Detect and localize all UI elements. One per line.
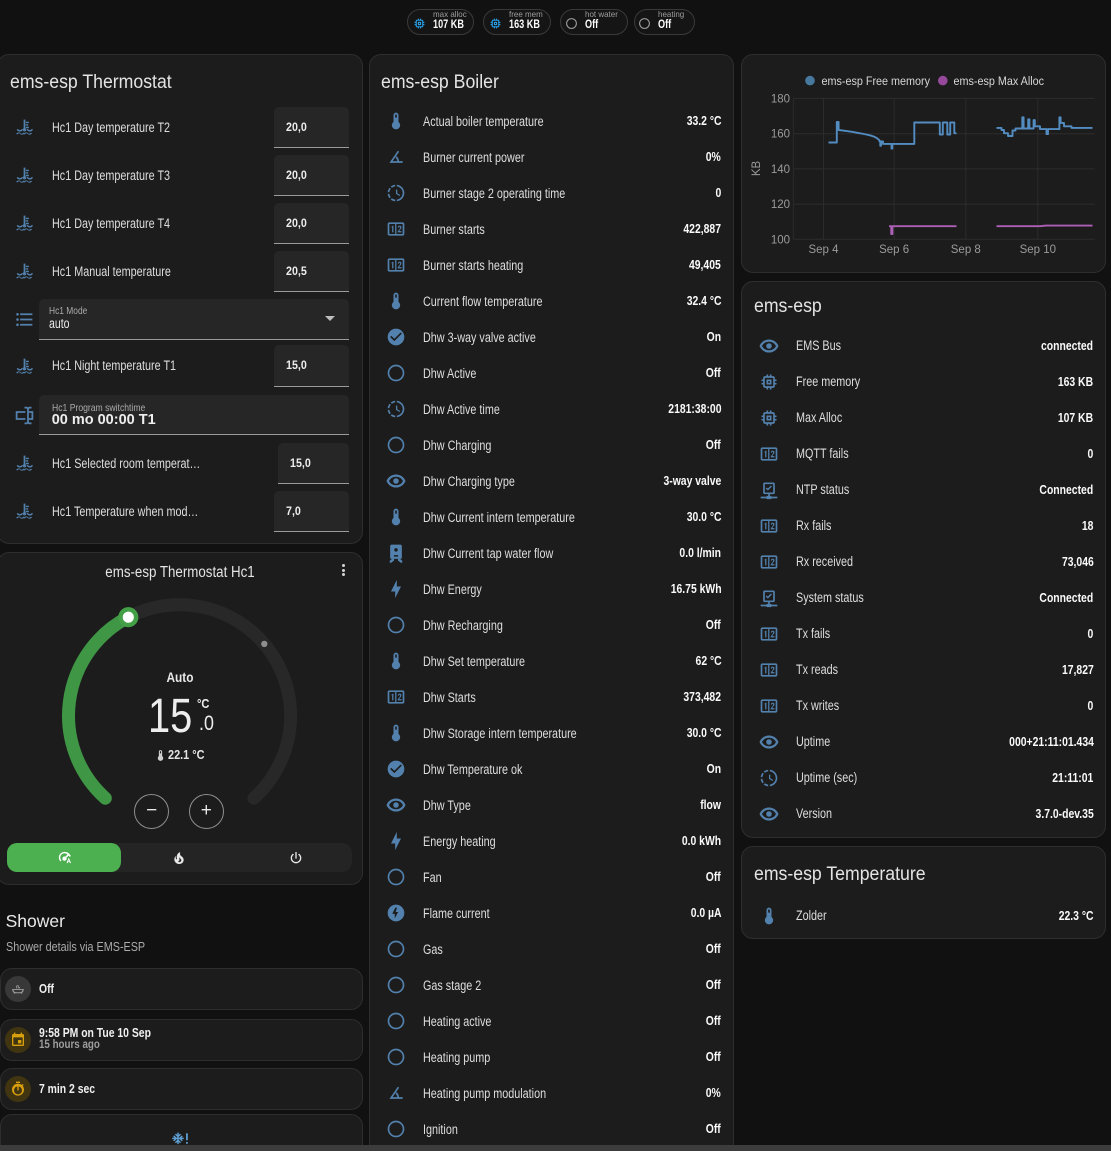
svg-text:Sep 6: Sep 6 bbox=[879, 244, 909, 256]
svg-text:KB: KB bbox=[751, 161, 763, 177]
svg-text:ems-esp Max Alloc: ems-esp Max Alloc bbox=[954, 76, 1045, 89]
svg-text:120: 120 bbox=[771, 199, 790, 211]
svg-text:140: 140 bbox=[771, 164, 790, 176]
svg-text:Sep 4: Sep 4 bbox=[808, 244, 839, 256]
svg-text:180: 180 bbox=[771, 93, 790, 105]
svg-text:160: 160 bbox=[771, 129, 790, 141]
svg-text:Sep 8: Sep 8 bbox=[951, 244, 981, 256]
svg-text:ems-esp Free memory: ems-esp Free memory bbox=[822, 76, 931, 89]
svg-text:Sep 10: Sep 10 bbox=[1020, 244, 1056, 256]
svg-text:100: 100 bbox=[771, 234, 790, 246]
